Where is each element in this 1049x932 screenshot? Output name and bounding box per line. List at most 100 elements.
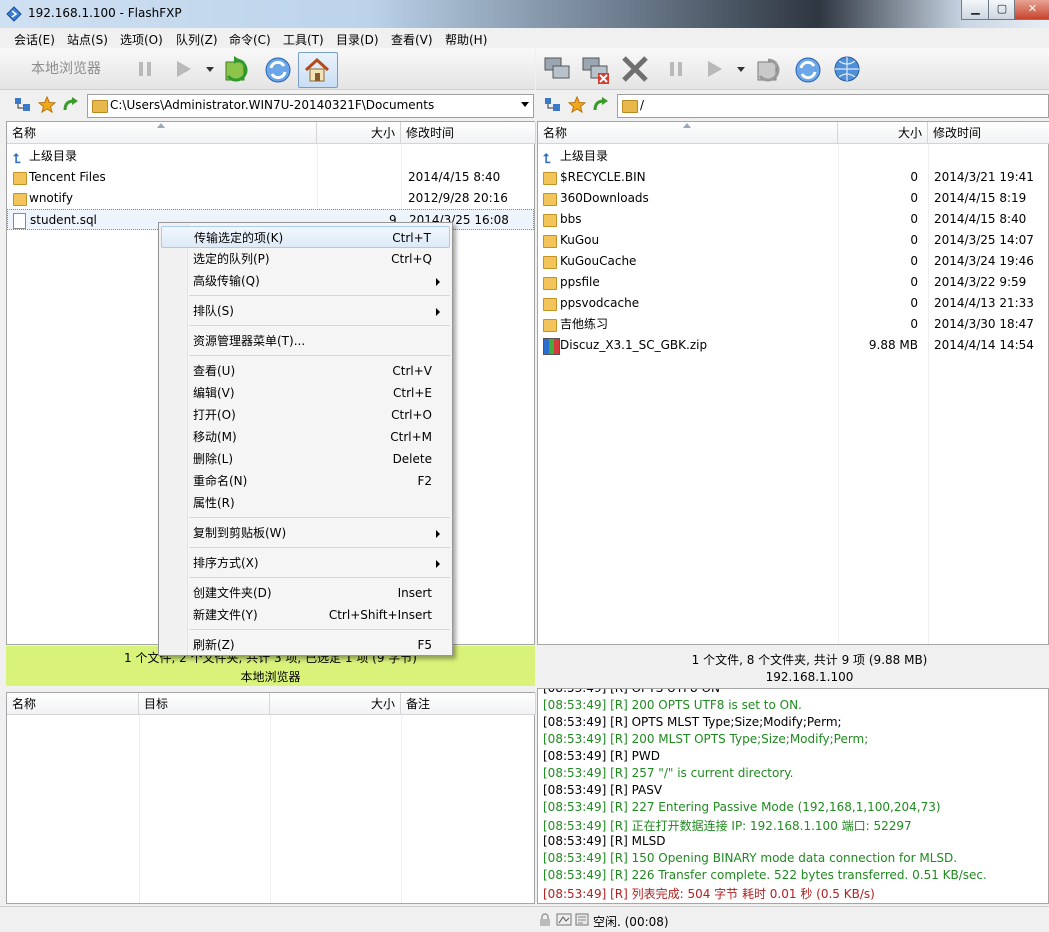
context-menu-item[interactable]: 查看(U) Ctrl+V <box>161 360 450 382</box>
context-menu-item[interactable]: 排队(S) <box>161 300 450 322</box>
context-menu-item[interactable]: 属性(R) <box>161 492 450 514</box>
context-menu-item[interactable]: 新建文件(Y) Ctrl+Shift+Insert <box>161 604 450 626</box>
chevron-down-icon[interactable] <box>521 102 529 107</box>
log-line: [08:53:49] [R] 226 Transfer complete. 52… <box>543 868 987 882</box>
local-browser-button[interactable]: 本地浏览器 <box>8 54 124 84</box>
context-menu-item[interactable]: 刷新(Z) F5 <box>161 634 450 656</box>
view-tree-icon[interactable] <box>14 97 32 113</box>
minimize-button[interactable]: ▁ <box>961 0 990 20</box>
menu-bar: 会话(E) 站点(S) 选项(O) 队列(Z) 命令(C) 工具(T) 目录(D… <box>0 28 1049 48</box>
home-icon <box>304 57 330 82</box>
menu-queue[interactable]: 队列(Z) <box>176 31 218 48</box>
parent-dir-arrow-icon[interactable] <box>592 96 610 114</box>
table-row[interactable]: ⮤ 上级目录 <box>7 146 534 167</box>
table-row[interactable]: 360Downloads 0 2014/4/15 8:19 <box>538 188 1048 209</box>
context-menu-item[interactable]: 复制到剪贴板(W) <box>161 522 450 544</box>
chevron-down-icon[interactable] <box>736 66 746 74</box>
log-line: [08:53:49] [R] 列表完成: 504 字节 耗时 0.01 秒 (0… <box>543 887 875 901</box>
maximize-button[interactable]: ▢ <box>988 0 1016 20</box>
table-row[interactable]: Tencent Files 2014/4/15 8:40 <box>7 167 534 188</box>
folder-icon <box>543 277 557 290</box>
context-menu-item[interactable]: 资源管理器菜单(T)... <box>161 330 450 352</box>
menu-tools[interactable]: 工具(T) <box>283 31 324 48</box>
refresh-remote-icon[interactable] <box>754 54 786 86</box>
favorites-star-icon[interactable] <box>38 96 56 114</box>
table-row[interactable]: KuGouCache 0 2014/3/24 19:46 <box>538 251 1048 272</box>
close-button[interactable]: ✕ <box>1014 0 1049 20</box>
parent-dir-arrow-icon[interactable] <box>62 96 80 114</box>
globe-icon[interactable] <box>832 54 862 84</box>
table-row[interactable]: Discuz_X3.1_SC_GBK.zip 9.88 MB 2014/4/14 1… <box>538 335 1048 356</box>
abort-icon[interactable] <box>620 54 650 84</box>
menu-session[interactable]: 会话(E) <box>14 31 55 48</box>
context-menu-item[interactable]: 选定的队列(P) Ctrl+Q <box>161 248 450 270</box>
table-row[interactable]: ⮤ 上级目录 <box>538 146 1048 167</box>
play-icon[interactable] <box>172 58 194 80</box>
log-line: [08:53:49] [R] 257 "/" is current direct… <box>543 766 794 780</box>
remote-file-list[interactable]: 名称 大小 修改时间 ⮤ 上级目录 $RECYCLE.BIN 0 2014/3/21 1… <box>537 121 1049 645</box>
log-line: [08:53:49] [R] 200 OPTS UTF8 is set to O… <box>543 698 802 712</box>
queue-col-target[interactable]: 目标 <box>139 693 270 715</box>
refresh-local-icon[interactable] <box>222 54 254 86</box>
context-menu-item[interactable]: 创建文件夹(D) Insert <box>161 582 450 604</box>
log-line: [08:53:49] [R] PASV <box>543 783 663 797</box>
col-size[interactable]: 大小 <box>317 122 401 144</box>
menu-options[interactable]: 选项(O) <box>120 31 163 48</box>
context-menu-item[interactable]: 移动(M) Ctrl+M <box>161 426 450 448</box>
col-size[interactable]: 大小 <box>838 122 928 144</box>
table-row[interactable]: KuGou 0 2014/3/25 14:07 <box>538 230 1048 251</box>
menu-help[interactable]: 帮助(H) <box>445 31 487 48</box>
home-button[interactable] <box>298 52 338 88</box>
queue-col-name[interactable]: 名称 <box>7 693 139 715</box>
play-icon[interactable] <box>703 58 725 80</box>
menu-sites[interactable]: 站点(S) <box>67 31 108 48</box>
menu-separator <box>189 325 450 326</box>
menu-separator <box>189 547 450 548</box>
disconnect-icon[interactable] <box>580 54 612 86</box>
title-bar: 192.168.1.100 - FlashFXP ▁ ▢ ✕ <box>0 0 1049 28</box>
menu-commands[interactable]: 命令(C) <box>229 31 271 48</box>
context-menu-item[interactable]: 编辑(V) Ctrl+E <box>161 382 450 404</box>
queue-col-size[interactable]: 大小 <box>270 693 401 715</box>
refresh-icon[interactable] <box>262 54 294 86</box>
context-menu-item[interactable]: 重命名(N) F2 <box>161 470 450 492</box>
folder-icon <box>622 100 638 113</box>
view-tree-icon[interactable] <box>544 97 562 113</box>
pause-icon[interactable] <box>666 59 686 79</box>
folder-icon <box>543 214 557 227</box>
table-row[interactable]: wnotify 2012/9/28 20:16 <box>7 188 534 209</box>
col-modified[interactable]: 修改时间 <box>928 122 1049 144</box>
table-row[interactable]: ppsfile 0 2014/3/22 9:59 <box>538 272 1048 293</box>
sort-asc-icon <box>157 123 165 128</box>
transfer-queue[interactable]: 名称 目标 大小 备注 <box>6 692 536 904</box>
log-line: [08:53:49] [R] OPTS MLST Type;Size;Modif… <box>543 715 842 729</box>
context-menu-item[interactable]: 删除(L) Delete <box>161 448 450 470</box>
refresh-icon[interactable] <box>792 54 824 86</box>
menu-directory[interactable]: 目录(D) <box>336 31 379 48</box>
log-line: [08:53:49] [R] PWD <box>543 749 660 763</box>
table-row[interactable]: ppsvodcache 0 2014/4/13 21:33 <box>538 293 1048 314</box>
left-path-text: C:\Users\Administrator.WIN7U-20140321F\D… <box>110 98 435 112</box>
context-menu-item[interactable]: 高级传输(Q) <box>161 270 450 292</box>
context-menu-item[interactable]: 传输选定的项(K) Ctrl+T <box>161 226 450 248</box>
left-path-combo[interactable]: C:\Users\Administrator.WIN7U-20140321F\D… <box>87 94 534 118</box>
menu-view[interactable]: 查看(V) <box>391 31 433 48</box>
queue-col-notes[interactable]: 备注 <box>401 693 536 715</box>
favorites-star-icon[interactable] <box>568 96 586 114</box>
submenu-arrow-icon <box>436 530 440 538</box>
right-path-combo[interactable]: / <box>617 94 1049 118</box>
context-menu-item[interactable]: 排序方式(X) <box>161 552 450 574</box>
menu-separator <box>189 355 450 356</box>
menu-separator <box>189 577 450 578</box>
table-row[interactable]: $RECYCLE.BIN 0 2014/3/21 19:41 <box>538 167 1048 188</box>
connect-icon[interactable] <box>542 54 572 84</box>
context-menu-item[interactable]: 打开(O) Ctrl+O <box>161 404 450 426</box>
session-log[interactable]: [08:53:49] [R] OPTS UTF8 ON [08:53:49] [R… <box>537 688 1049 904</box>
col-modified[interactable]: 修改时间 <box>401 122 536 144</box>
table-row[interactable]: 吉他练习 0 2014/3/30 18:47 <box>538 314 1048 335</box>
chevron-down-icon[interactable] <box>205 66 215 74</box>
context-menu: 传输选定的项(K) Ctrl+T 选定的队列(P) Ctrl+Q 高级传输(Q) 排队(S… <box>158 222 453 656</box>
table-row[interactable]: bbs 0 2014/4/15 8:40 <box>538 209 1048 230</box>
remote-status-host: 192.168.1.100 <box>765 670 854 684</box>
pause-icon[interactable] <box>135 59 155 79</box>
